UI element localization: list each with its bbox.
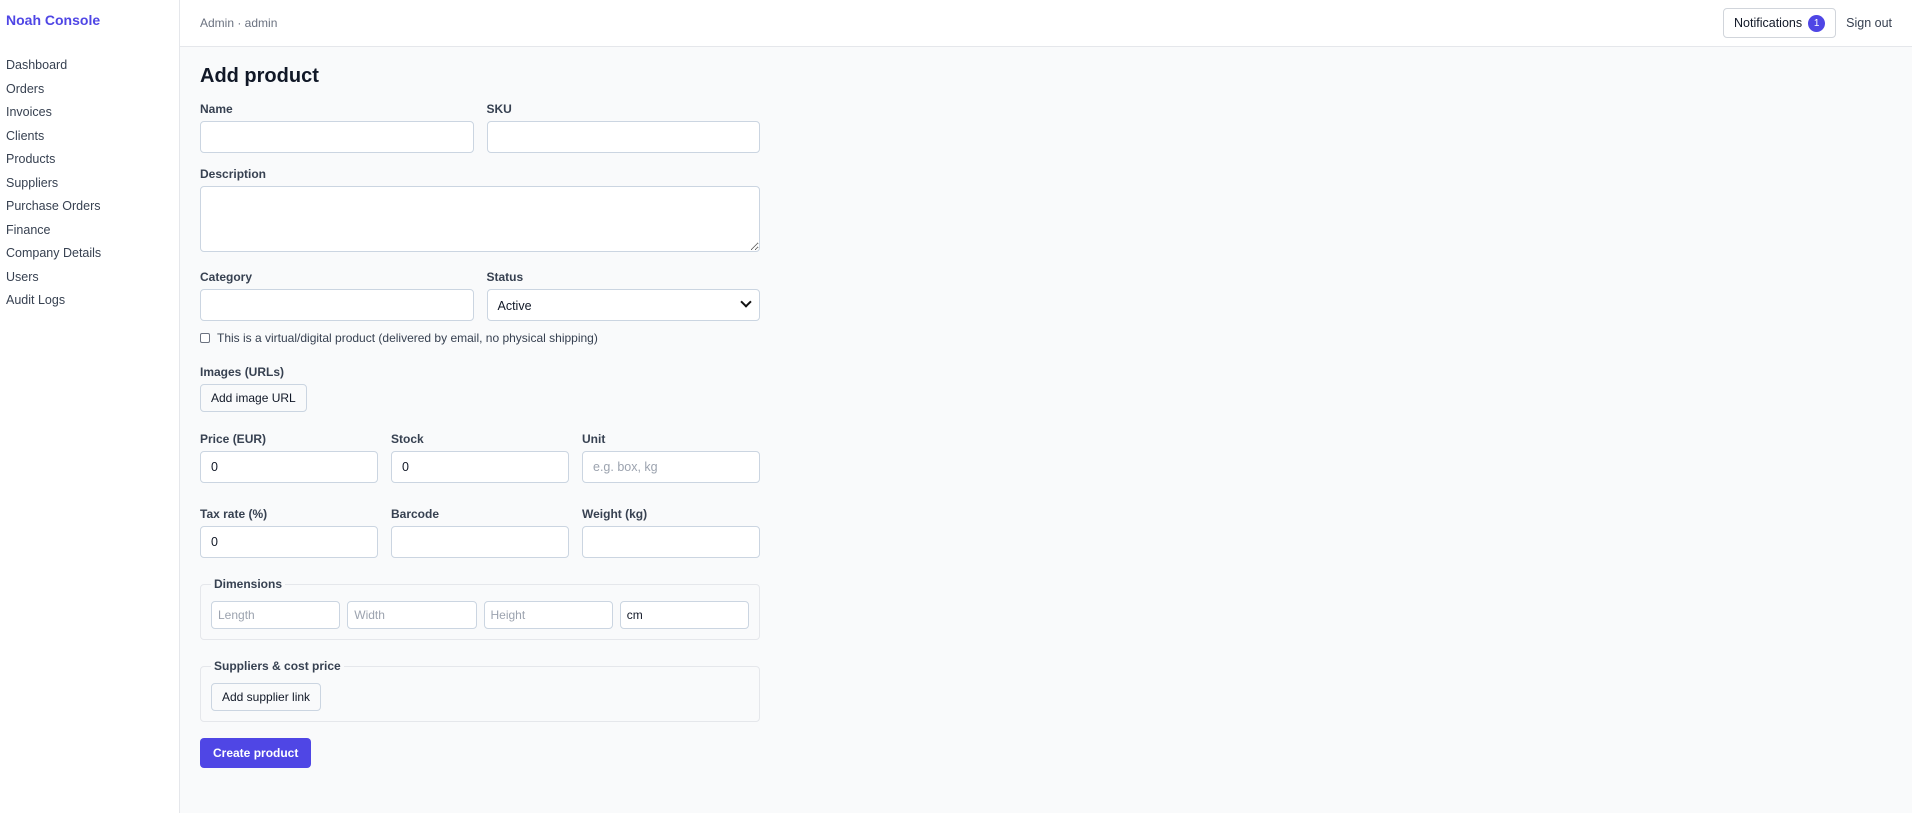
- form-row-description: Description: [200, 167, 760, 252]
- images-label: Images (URLs): [200, 365, 285, 379]
- sku-label: SKU: [486, 102, 512, 116]
- images-section: Images (URLs) Add image URL: [200, 365, 1892, 412]
- add-image-url-button[interactable]: Add image URL: [200, 384, 307, 412]
- field-description: Description: [200, 167, 760, 252]
- sidebar-item-clients[interactable]: Clients: [6, 125, 179, 149]
- sidebar-item-suppliers[interactable]: Suppliers: [6, 172, 179, 196]
- suppliers-legend: Suppliers & cost price: [211, 659, 344, 673]
- dimension-unit-input[interactable]: [619, 601, 749, 629]
- width-input[interactable]: [347, 601, 477, 629]
- form-row-tax-barcode-weight: Tax rate (%) Barcode Weight (kg): [200, 507, 760, 558]
- add-product-form: Add product Name SKU Description Categor…: [180, 47, 1912, 786]
- field-sku: SKU: [486, 102, 760, 153]
- field-tax-rate: Tax rate (%): [200, 507, 378, 558]
- sidebar-item-purchase-orders[interactable]: Purchase Orders: [6, 195, 179, 219]
- sidebar-item-dashboard[interactable]: Dashboard: [6, 54, 179, 78]
- sidebar: Noah Console Dashboard Orders Invoices C…: [0, 0, 180, 813]
- form-row-category-status: Category Status Active: [200, 270, 760, 321]
- description-textarea[interactable]: [200, 186, 760, 252]
- status-select-value[interactable]: Active: [486, 289, 760, 321]
- sidebar-item-orders[interactable]: Orders: [6, 78, 179, 102]
- dimensions-fieldset: Dimensions: [200, 577, 760, 640]
- name-input[interactable]: [200, 121, 474, 153]
- sidebar-item-users[interactable]: Users: [6, 266, 179, 290]
- form-row-name-sku: Name SKU: [200, 102, 760, 153]
- notifications-label: Notifications: [1734, 16, 1803, 30]
- notifications-button[interactable]: Notifications 1: [1723, 8, 1837, 38]
- name-label: Name: [200, 102, 233, 116]
- main: Admin · admin Notifications 1 Sign out A…: [180, 0, 1912, 813]
- field-category: Category: [200, 270, 474, 321]
- height-input[interactable]: [483, 601, 613, 629]
- status-select[interactable]: Active: [486, 289, 760, 321]
- topbar-actions: Notifications 1 Sign out: [1723, 8, 1892, 38]
- virtual-product-label: This is a virtual/digital product (deliv…: [217, 331, 598, 345]
- unit-label: Unit: [582, 432, 606, 446]
- create-product-button[interactable]: Create product: [200, 738, 312, 768]
- field-name: Name: [200, 102, 474, 153]
- form-row-price-stock-unit: Price (EUR) Stock Unit: [200, 432, 760, 483]
- app: Noah Console Dashboard Orders Invoices C…: [0, 0, 1912, 813]
- virtual-product-option: This is a virtual/digital product (deliv…: [200, 331, 1892, 345]
- status-label: Status: [486, 270, 524, 284]
- barcode-label: Barcode: [391, 507, 440, 521]
- stock-input[interactable]: [391, 451, 569, 483]
- unit-input[interactable]: [582, 451, 760, 483]
- length-input[interactable]: [211, 601, 341, 629]
- dimensions-legend: Dimensions: [211, 577, 286, 591]
- brand-logo[interactable]: Noah Console: [6, 12, 179, 28]
- weight-label: Weight (kg): [582, 507, 648, 521]
- tax-rate-input[interactable]: [200, 526, 378, 558]
- sign-out-link[interactable]: Sign out: [1846, 16, 1892, 30]
- field-stock: Stock: [391, 432, 569, 483]
- sidebar-item-company-details[interactable]: Company Details: [6, 242, 179, 266]
- sku-input[interactable]: [486, 121, 760, 153]
- suppliers-actions: Add supplier link: [211, 683, 749, 711]
- weight-input[interactable]: [582, 526, 760, 558]
- page-title: Add product: [200, 65, 319, 87]
- virtual-product-checkbox[interactable]: [200, 333, 210, 343]
- add-supplier-link-button[interactable]: Add supplier link: [211, 683, 322, 711]
- category-label: Category: [200, 270, 253, 284]
- field-status: Status Active: [486, 270, 760, 321]
- breadcrumb: Admin · admin: [200, 16, 278, 30]
- barcode-input[interactable]: [391, 526, 569, 558]
- sidebar-item-finance[interactable]: Finance: [6, 219, 179, 243]
- sidebar-item-audit-logs[interactable]: Audit Logs: [6, 289, 179, 313]
- stock-label: Stock: [391, 432, 424, 446]
- notifications-count-badge: 1: [1808, 14, 1826, 32]
- price-input[interactable]: [200, 451, 378, 483]
- sidebar-nav: Dashboard Orders Invoices Clients Produc…: [6, 54, 179, 313]
- suppliers-fieldset: Suppliers & cost price Add supplier link: [200, 659, 760, 722]
- tax-rate-label: Tax rate (%): [200, 507, 268, 521]
- sidebar-item-invoices[interactable]: Invoices: [6, 101, 179, 125]
- field-unit: Unit: [582, 432, 760, 483]
- topbar: Admin · admin Notifications 1 Sign out: [180, 0, 1912, 47]
- category-input[interactable]: [200, 289, 474, 321]
- price-label: Price (EUR): [200, 432, 267, 446]
- sidebar-item-products[interactable]: Products: [6, 148, 179, 172]
- description-label: Description: [200, 167, 267, 181]
- field-barcode: Barcode: [391, 507, 569, 558]
- field-weight: Weight (kg): [582, 507, 760, 558]
- field-price: Price (EUR): [200, 432, 378, 483]
- dimensions-inputs: [211, 601, 749, 629]
